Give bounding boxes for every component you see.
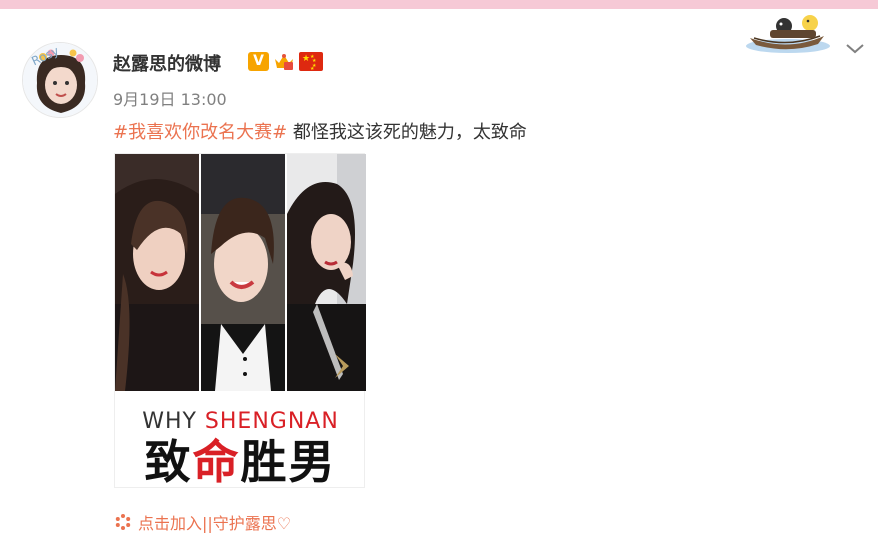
avatar[interactable]: Rosy: [22, 42, 98, 118]
title-accent: 命: [192, 435, 241, 489]
join-fan-group-label[interactable]: 点击加入||守护露思♡: [138, 510, 291, 534]
post-image[interactable]: WHY SHENGNAN 致命胜男: [114, 153, 366, 488]
vip-crown-icon[interactable]: [273, 51, 295, 71]
post-body: 都怪我这该死的魅力，太致命: [287, 122, 527, 143]
post-text: #我喜欢你改名大赛# 都怪我这该死的魅力，太致命: [113, 118, 527, 144]
verified-badge-icon[interactable]: V: [248, 51, 269, 71]
join-fan-group-link[interactable]: 点击加入||守护露思♡: [114, 510, 291, 534]
chevron-down-icon[interactable]: [844, 38, 866, 58]
user-badges: V ★ ★ ★ ★ ★: [248, 50, 323, 72]
why-text: WHY: [142, 409, 205, 434]
flower-icon: [114, 513, 132, 531]
username-link[interactable]: 赵露思的微博: [113, 50, 221, 76]
china-flag-icon: ★ ★ ★ ★ ★: [299, 51, 323, 72]
hashtag-link[interactable]: #我喜欢你改名大赛#: [113, 122, 287, 143]
media-caption-line: WHY SHENGNAN: [115, 409, 366, 434]
boat-sticker-icon: [740, 8, 830, 58]
photo-portrait-3: [287, 154, 366, 391]
photo-portrait-1: [115, 154, 199, 391]
title-part-2: 胜男: [240, 435, 337, 489]
media-title: 致命胜男: [115, 436, 366, 488]
title-part-1: 致: [144, 435, 193, 489]
post-timestamp[interactable]: 9月19日 13:00: [113, 86, 227, 110]
shengnan-text: SHENGNAN: [204, 409, 339, 434]
photo-portrait-2: [201, 154, 285, 391]
